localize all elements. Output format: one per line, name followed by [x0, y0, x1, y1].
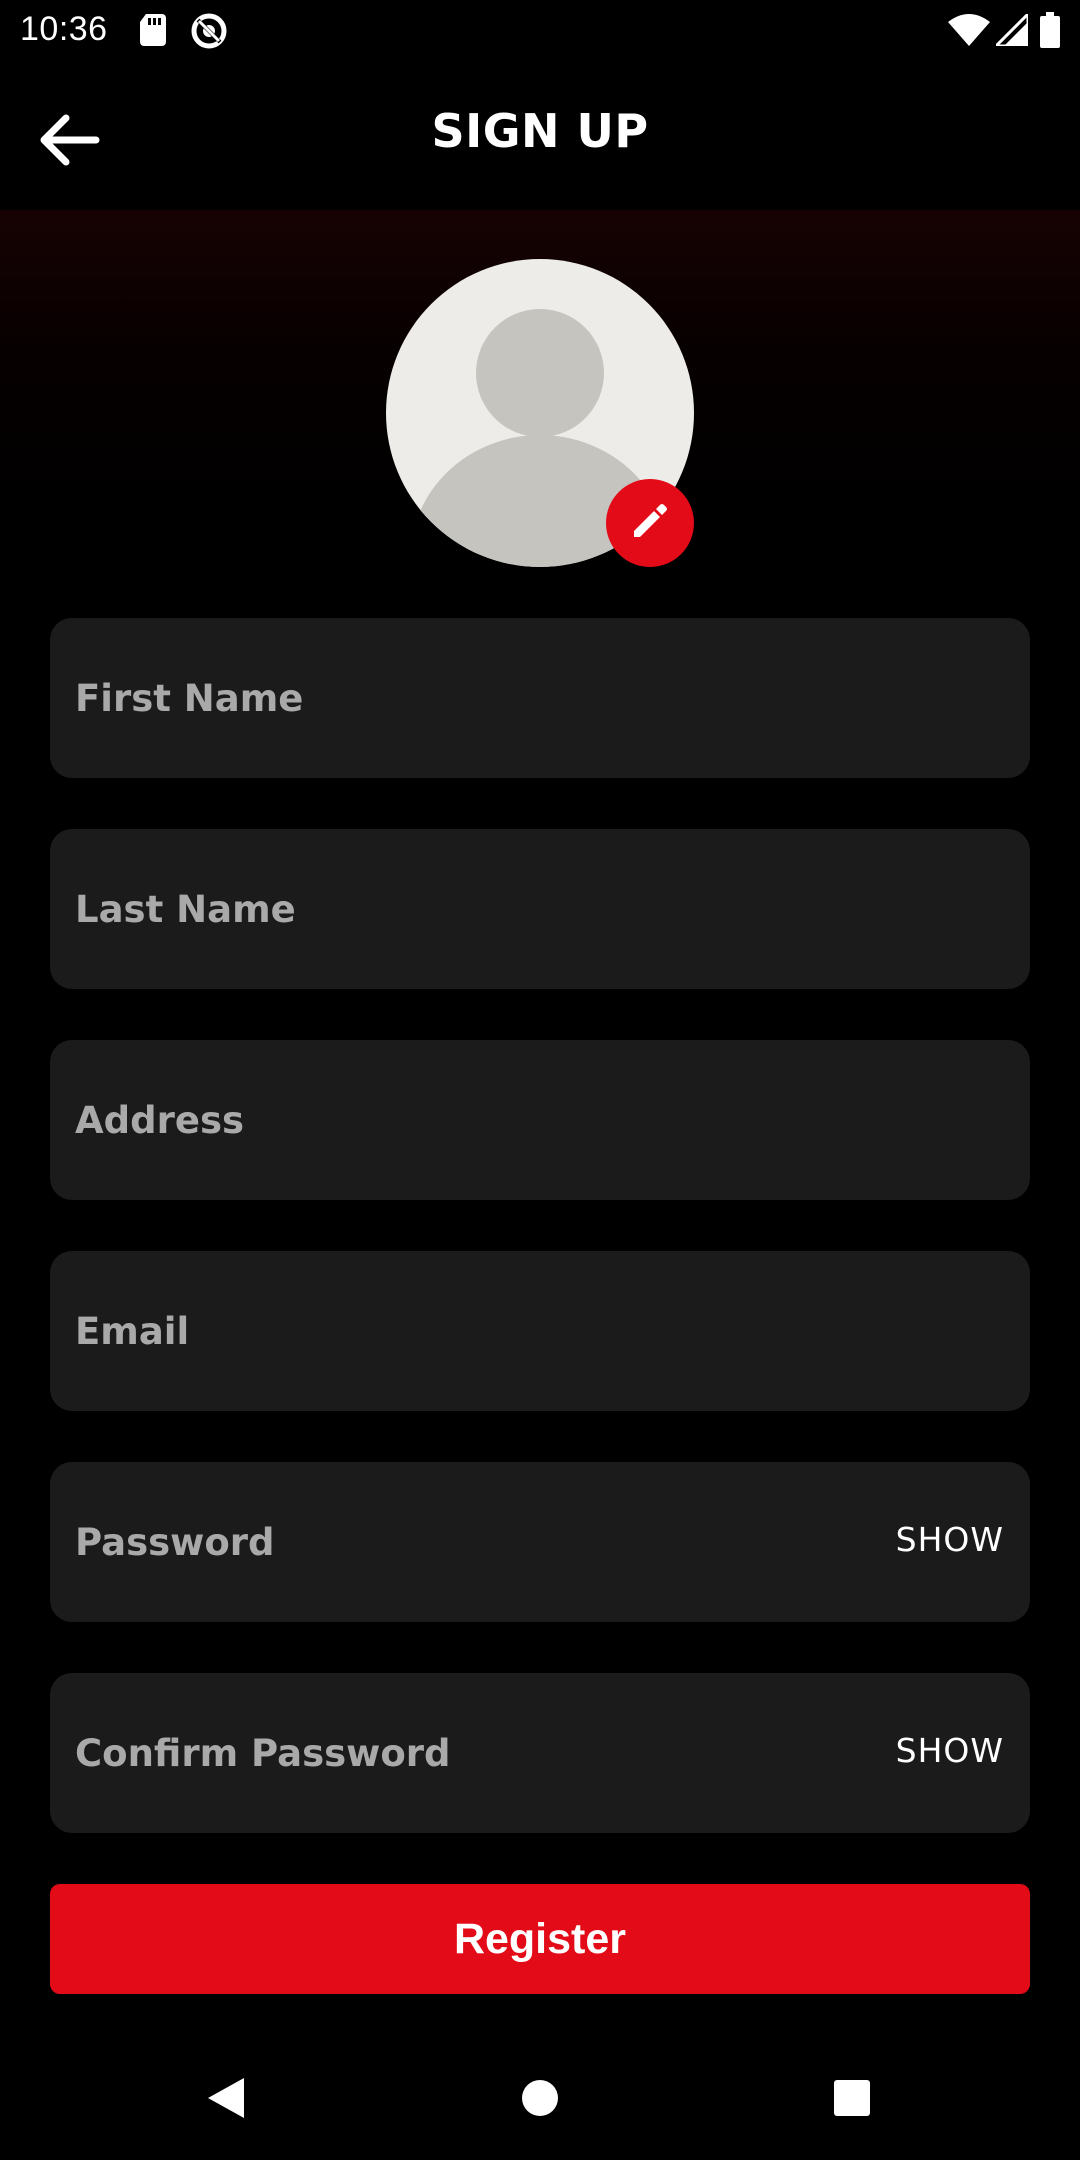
last-name-input[interactable] — [50, 829, 1030, 989]
nav-back-button[interactable] — [186, 2065, 266, 2135]
email-field — [50, 1251, 1030, 1411]
first-name-input[interactable] — [50, 618, 1030, 778]
wifi-icon — [948, 14, 990, 50]
system-nav-bar — [0, 2050, 1080, 2160]
back-triangle-icon — [206, 2076, 246, 2124]
recents-square-icon — [833, 2079, 871, 2121]
register-button[interactable]: Register — [50, 1884, 1030, 1994]
data-saver-icon — [190, 12, 228, 54]
profile-photo — [386, 259, 694, 567]
confirm-password-field: SHOW — [50, 1673, 1030, 1833]
password-field: SHOW — [50, 1462, 1030, 1622]
address-input[interactable] — [50, 1040, 1030, 1200]
cellular-signal-icon — [992, 10, 1030, 50]
password-show-toggle[interactable]: SHOW — [896, 1520, 1004, 1559]
confirm-password-input[interactable] — [50, 1673, 1030, 1833]
page-title: SIGN UP — [431, 104, 649, 158]
sd-card-icon — [140, 14, 166, 50]
nav-home-button[interactable] — [500, 2065, 580, 2135]
first-name-field — [50, 618, 1030, 778]
status-bar: 10:36 — [0, 0, 1080, 62]
signup-form-area: SHOW SHOW Register — [0, 210, 1080, 2050]
nav-recents-button[interactable] — [812, 2065, 892, 2135]
address-field — [50, 1040, 1030, 1200]
app-bar: SIGN UP — [0, 62, 1080, 210]
status-time: 10:36 — [20, 10, 108, 48]
pencil-icon — [630, 501, 670, 545]
last-name-field — [50, 829, 1030, 989]
battery-icon — [1040, 12, 1060, 52]
confirm-password-show-toggle[interactable]: SHOW — [896, 1731, 1004, 1770]
edit-photo-button[interactable] — [606, 479, 694, 567]
password-input[interactable] — [50, 1462, 1030, 1622]
email-input[interactable] — [50, 1251, 1030, 1411]
home-circle-icon — [520, 2078, 560, 2122]
